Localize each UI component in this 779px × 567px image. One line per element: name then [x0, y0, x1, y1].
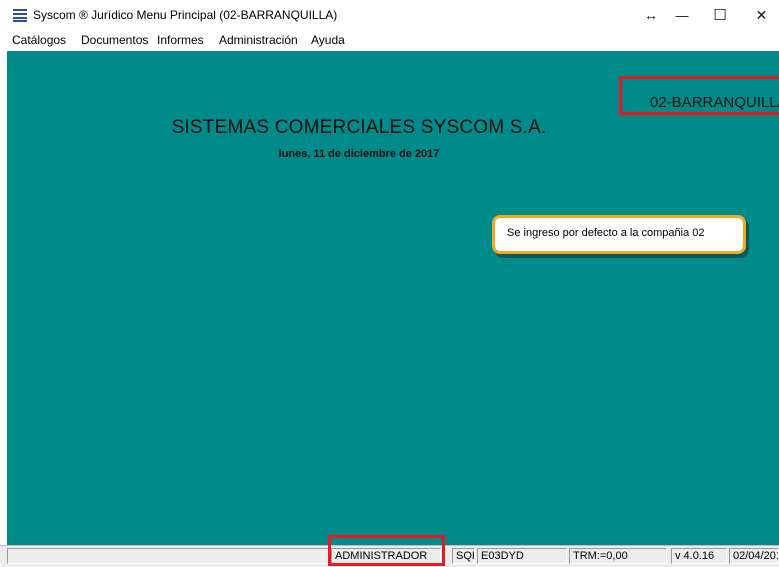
- minimize-button[interactable]: —: [663, 0, 701, 31]
- menu-documentos[interactable]: Documentos: [81, 33, 148, 47]
- menu-catalogos[interactable]: Catálogos: [12, 33, 66, 47]
- status-trm: TRM:=0,00: [569, 548, 667, 564]
- status-db-type: SQL: [452, 548, 475, 564]
- status-server: E03DYD: [477, 548, 567, 564]
- status-panel-empty: [7, 548, 329, 564]
- status-version: v 4.0.16: [671, 548, 727, 564]
- status-date: 02/04/2018: [729, 548, 779, 564]
- menu-bar: Catálogos Documentos Informes Administra…: [0, 31, 779, 51]
- callout-text: Se ingreso por defecto a la compañia 02: [507, 227, 705, 239]
- annotation-callout: Se ingreso por defecto a la compañia 02: [492, 215, 746, 254]
- app-menu-icon[interactable]: [13, 9, 27, 22]
- user-highlight: [328, 535, 445, 566]
- company-name: SISTEMAS COMERCIALES SYSCOM S.A.: [171, 117, 547, 138]
- menu-administracion[interactable]: Administración: [219, 33, 298, 47]
- close-button[interactable]: ✕: [744, 0, 779, 31]
- company-code: 02-BARRANQUILLA: [650, 94, 779, 111]
- menu-ayuda[interactable]: Ayuda: [311, 33, 345, 47]
- menu-informes[interactable]: Informes: [157, 33, 204, 47]
- main-workspace: 02-BARRANQUILLA SISTEMAS COMERCIALES SYS…: [7, 51, 779, 545]
- maximize-button[interactable]: ☐: [701, 0, 739, 31]
- current-date: lunes, 11 de diciembre de 2017: [278, 148, 440, 160]
- title-bar: Syscom ® Jurídico Menu Principal (02-BAR…: [0, 0, 779, 31]
- window-title: Syscom ® Jurídico Menu Principal (02-BAR…: [33, 8, 338, 22]
